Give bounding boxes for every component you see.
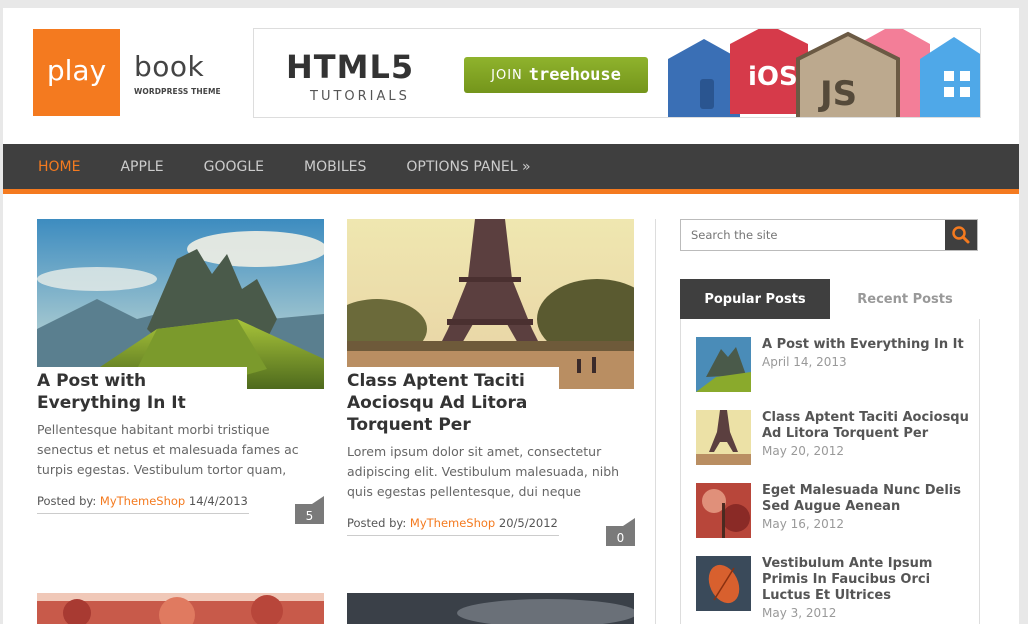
banner-headline: HTML5 (286, 48, 415, 86)
join-treehouse-button[interactable]: JOIN treehouse (464, 57, 648, 93)
widget-thumbnail[interactable] (696, 337, 751, 392)
comment-count-badge[interactable]: 5 (295, 496, 324, 524)
post-card: A Post with Everything In It Pellentesqu… (37, 219, 324, 524)
sidebar-tabs: Popular Posts Recent Posts (680, 279, 980, 319)
search-box (680, 219, 978, 251)
nav-item-google[interactable]: GOOGLE (204, 159, 264, 175)
search-icon (952, 226, 970, 244)
post-thumbnail-mountain[interactable] (37, 219, 324, 389)
widget-post-item[interactable]: Vestibulum Ante Ipsum Primis In Faucibus… (696, 556, 972, 620)
widget-post-title[interactable]: Class Aptent Taciti Aociosqu Ad Litora T… (762, 410, 972, 442)
join-brand: treehouse (528, 65, 621, 85)
banner-ad[interactable]: HTML5 TUTORIALS JOIN treehouse iOS JS (253, 28, 981, 118)
post-thumbnail-dark[interactable] (347, 593, 634, 624)
logo-tagline: WORDPRESS THEME (134, 87, 221, 96)
widget-post-item[interactable]: Eget Malesuada Nunc Delis Sed Augue Aene… (696, 483, 972, 538)
widget-post-item[interactable]: Class Aptent Taciti Aociosqu Ad Litora T… (696, 410, 972, 465)
widget-post-body: A Post with Everything In It April 14, 2… (762, 337, 972, 392)
join-prefix: JOIN (491, 67, 523, 83)
widget-post-body: Vestibulum Ante Ipsum Primis In Faucibus… (762, 556, 972, 620)
post-card: Class Aptent Taciti Aociosqu Ad Litora T… (347, 219, 635, 546)
widget-post-title[interactable]: Eget Malesuada Nunc Delis Sed Augue Aene… (762, 483, 972, 515)
posted-by-label: Posted by: (37, 494, 97, 508)
logo-text: book WORDPRESS THEME (134, 29, 221, 97)
nav-item-home[interactable]: HOME (38, 159, 80, 175)
widget-post-title[interactable]: A Post with Everything In It (762, 337, 972, 353)
ios-badge-text: iOS (748, 62, 798, 92)
post-title[interactable]: A Post with Everything In It (37, 367, 247, 414)
post-date: 14/4/2013 (188, 494, 248, 508)
widget-post-date: May 20, 2012 (762, 444, 845, 458)
widget-post-title[interactable]: Vestibulum Ante Ipsum Primis In Faucibus… (762, 556, 972, 604)
js-badge-text: JS (818, 74, 857, 114)
widget-post-body: Class Aptent Taciti Aociosqu Ad Litora T… (762, 410, 972, 465)
logo-box: play (33, 29, 120, 116)
comment-count-badge[interactable]: 0 (606, 518, 635, 546)
post-title[interactable]: Class Aptent Taciti Aociosqu Ad Litora T… (347, 367, 559, 436)
tab-popular-posts[interactable]: Popular Posts (680, 279, 830, 319)
post-meta: Posted by: MyThemeShop 14/4/2013 (37, 494, 249, 514)
nav-item-apple[interactable]: APPLE (120, 159, 163, 175)
post-meta: Posted by: MyThemeShop 20/5/2012 (347, 516, 559, 536)
posted-by-label: Posted by: (347, 516, 407, 530)
column-divider (655, 219, 656, 624)
widget-post-item[interactable]: A Post with Everything In It April 14, 2… (696, 337, 972, 392)
widget-post-date: May 16, 2012 (762, 517, 845, 531)
banner-badges-graphic: iOS JS (668, 29, 980, 117)
logo-word: book (134, 50, 205, 83)
post-author-link[interactable]: MyThemeShop (410, 516, 495, 530)
page: play book WORDPRESS THEME HTML5 TUTORIAL… (3, 8, 1019, 624)
widget-post-date: May 3, 2012 (762, 606, 837, 620)
site-logo[interactable]: play book WORDPRESS THEME (33, 29, 221, 116)
nav-item-mobiles[interactable]: MOBILES (304, 159, 366, 175)
tab-recent-posts[interactable]: Recent Posts (830, 279, 980, 319)
popular-posts-widget: A Post with Everything In It April 14, 2… (680, 319, 980, 624)
banner-subline: TUTORIALS (310, 89, 410, 104)
post-excerpt: Pellentesque habitant morbi tristique se… (37, 422, 299, 477)
search-input[interactable] (681, 220, 945, 250)
widget-thumbnail[interactable] (696, 556, 751, 611)
widget-thumbnail[interactable] (696, 483, 751, 538)
post-date: 20/5/2012 (498, 516, 558, 530)
nav-item-options-panel[interactable]: OPTIONS PANEL » (406, 159, 530, 175)
widget-post-date: April 14, 2013 (762, 355, 847, 369)
widget-thumbnail[interactable] (696, 410, 751, 465)
main-nav: HOME APPLE GOOGLE MOBILES OPTIONS PANEL … (3, 144, 1019, 194)
search-button[interactable] (945, 220, 977, 250)
widget-post-body: Eget Malesuada Nunc Delis Sed Augue Aene… (762, 483, 972, 538)
post-author-link[interactable]: MyThemeShop (100, 494, 185, 508)
post-excerpt: Lorem ipsum dolor sit amet, consectetur … (347, 444, 620, 499)
post-thumbnail-autumn[interactable] (37, 593, 324, 624)
post-thumbnail-eiffel[interactable] (347, 219, 634, 389)
